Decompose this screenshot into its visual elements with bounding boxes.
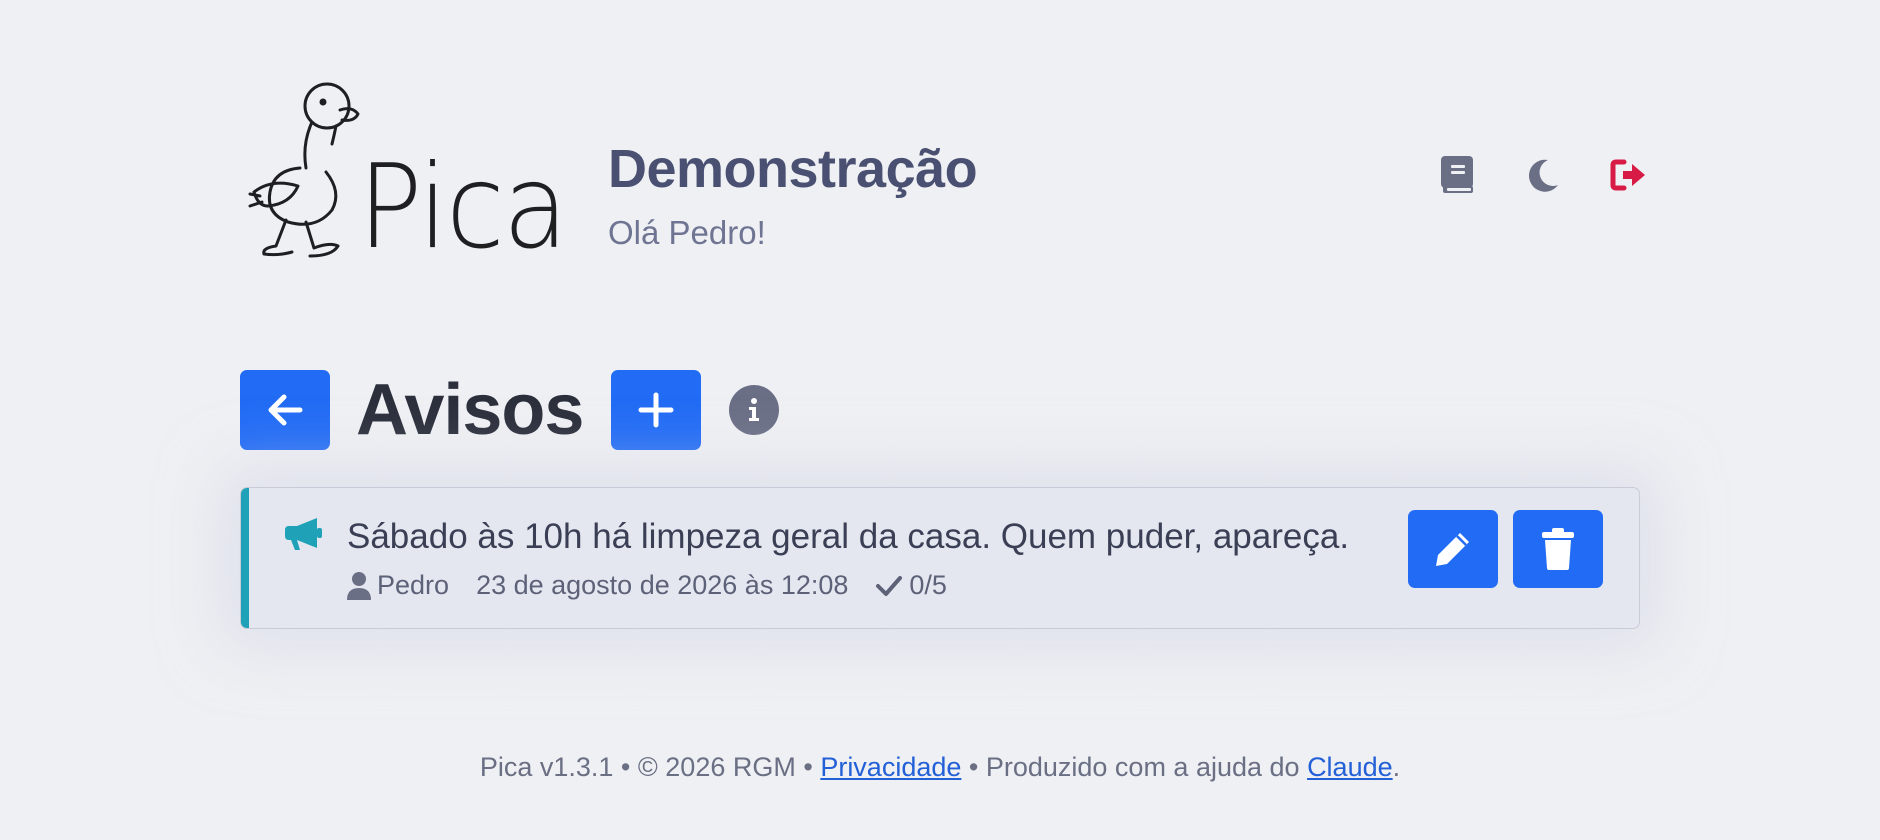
notice-date: 23 de agosto de 2026 às 12:08 xyxy=(476,570,849,600)
moon-icon[interactable] xyxy=(1522,154,1564,196)
pica-logo[interactable]: Pica xyxy=(240,70,570,270)
privacy-link[interactable]: Privacidade xyxy=(820,752,961,782)
footer-credit: • Produzido com a ajuda do xyxy=(961,752,1308,782)
greeting-text: Olá Pedro! xyxy=(608,214,766,251)
notice-confirmations: 0/5 xyxy=(875,570,947,601)
check-icon xyxy=(876,575,903,596)
page-footer: Pica v1.3.1 • © 2026 RGM • Privacidade •… xyxy=(0,752,1880,783)
notice-accent-bar xyxy=(241,488,249,628)
add-notice-button[interactable] xyxy=(611,370,702,450)
header-actions xyxy=(1436,154,1650,196)
claude-link[interactable]: Claude xyxy=(1307,752,1393,782)
title-block: Demonstração Olá Pedro! xyxy=(608,139,978,251)
logo-wordmark: Pica xyxy=(358,140,568,275)
duck-mascot-icon xyxy=(248,82,360,258)
notice-author: Pedro xyxy=(347,570,449,601)
page: Pica Demonstração Olá Pedro! Avisos Sába… xyxy=(0,0,1880,840)
notice-actions xyxy=(1408,510,1603,588)
info-icon[interactable] xyxy=(729,385,780,435)
confirmations-count: 0/5 xyxy=(909,570,947,600)
arrow-left-icon xyxy=(268,394,303,426)
notice-meta: Pedro 23 de agosto de 2026 às 12:08 0/5 xyxy=(347,570,947,601)
back-button[interactable] xyxy=(240,370,330,450)
notice-card: Sábado às 10h há limpeza geral da casa. … xyxy=(240,487,1640,629)
trash-icon xyxy=(1542,528,1574,570)
section-header: Avisos xyxy=(240,370,780,450)
app-header: Pica Demonstração Olá Pedro! xyxy=(240,70,1645,270)
footer-period: . xyxy=(1392,752,1401,782)
notice-text: Sábado às 10h há limpeza geral da casa. … xyxy=(347,517,1350,556)
book-icon[interactable] xyxy=(1436,154,1478,196)
logout-icon[interactable] xyxy=(1608,154,1650,196)
delete-notice-button[interactable] xyxy=(1513,510,1603,588)
app-title: Demonstração xyxy=(608,139,978,199)
plus-icon xyxy=(638,392,674,428)
page-title: Avisos xyxy=(356,370,584,450)
footer-version: Pica v1.3.1 • © 2026 RGM • xyxy=(479,752,821,782)
user-icon xyxy=(347,571,371,600)
author-name: Pedro xyxy=(377,570,450,600)
edit-notice-button[interactable] xyxy=(1408,510,1498,588)
megaphone-icon xyxy=(283,514,323,559)
pencil-icon xyxy=(1436,533,1469,566)
